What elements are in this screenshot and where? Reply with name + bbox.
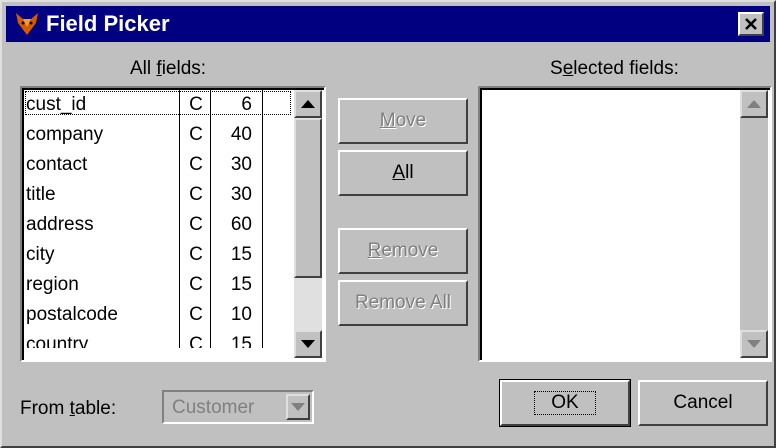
arrow-up-icon bbox=[747, 100, 761, 108]
field-row[interactable]: cust_id C 6 bbox=[24, 90, 292, 120]
field-name: address bbox=[26, 214, 94, 235]
remove-button[interactable]: Remove bbox=[338, 228, 468, 274]
all-button[interactable]: All bbox=[338, 150, 468, 196]
field-row[interactable]: city C 15 bbox=[24, 240, 292, 270]
field-name: company bbox=[26, 124, 104, 145]
all-fields-list[interactable]: cust_id C 6 company C 40 contact C 30 ti… bbox=[20, 86, 326, 362]
from-table-label: From table: bbox=[20, 398, 116, 420]
ok-label: OK bbox=[534, 391, 596, 415]
title-bar: Field Picker bbox=[6, 6, 770, 42]
move-button[interactable]: Move bbox=[338, 98, 468, 144]
selected-fields-label-post: lected fields: bbox=[573, 58, 679, 79]
scroll-down-button[interactable] bbox=[740, 330, 768, 358]
field-name: country bbox=[26, 334, 89, 348]
field-row[interactable]: contact C 30 bbox=[24, 150, 292, 180]
selected-fields-list[interactable] bbox=[478, 86, 772, 362]
field-type: C bbox=[189, 124, 203, 145]
selected-fields-label-accel: e bbox=[562, 58, 574, 79]
window-title: Field Picker bbox=[46, 11, 170, 36]
field-type: C bbox=[189, 274, 203, 295]
field-length: 30 bbox=[230, 154, 252, 175]
field-length: 60 bbox=[230, 214, 252, 235]
arrow-up-icon bbox=[301, 100, 315, 108]
field-length: 30 bbox=[230, 184, 252, 205]
field-name: title bbox=[26, 184, 56, 205]
ok-button[interactable]: OK bbox=[499, 379, 631, 427]
close-icon bbox=[745, 18, 757, 30]
all-fields-label-post: ields: bbox=[161, 58, 207, 79]
all-fields-label-pre: All bbox=[130, 58, 157, 79]
field-row[interactable]: address C 60 bbox=[24, 210, 292, 240]
field-row[interactable]: region C 15 bbox=[24, 270, 292, 300]
field-length: 40 bbox=[230, 124, 252, 145]
selected-fields-label: Selected fields: bbox=[550, 58, 679, 80]
field-name: contact bbox=[26, 154, 88, 175]
remove-label: emove bbox=[381, 240, 439, 261]
from-table-combo[interactable]: Customer bbox=[162, 390, 314, 424]
cancel-label: Cancel bbox=[673, 392, 733, 413]
scroll-down-button[interactable] bbox=[294, 330, 322, 358]
field-name: city bbox=[26, 244, 55, 265]
combo-dropdown-button[interactable] bbox=[286, 394, 310, 420]
field-type: C bbox=[189, 94, 203, 115]
fox-icon bbox=[16, 13, 38, 35]
field-type: C bbox=[189, 214, 203, 235]
from-table-value: Customer bbox=[172, 397, 255, 418]
field-row[interactable]: title C 30 bbox=[24, 180, 292, 210]
field-length: 6 bbox=[241, 94, 252, 115]
field-name: cust_id bbox=[26, 94, 87, 115]
close-button[interactable] bbox=[738, 12, 764, 36]
remove-all-button[interactable]: Remove All bbox=[338, 280, 468, 326]
field-type: C bbox=[189, 304, 203, 325]
remove-accel: R bbox=[367, 240, 382, 261]
field-name: postalcode bbox=[26, 304, 118, 325]
field-length: 15 bbox=[230, 244, 252, 265]
field-length: 15 bbox=[230, 334, 252, 348]
from-table-label-post: able: bbox=[74, 398, 117, 419]
move-accel: M bbox=[379, 110, 396, 131]
field-type: C bbox=[189, 154, 203, 175]
arrow-down-icon bbox=[747, 340, 761, 348]
field-name: region bbox=[26, 274, 79, 295]
cancel-button[interactable]: Cancel bbox=[638, 380, 768, 426]
all-fields-grid: cust_id C 6 company C 40 contact C 30 ti… bbox=[24, 90, 292, 348]
scroll-up-button[interactable] bbox=[294, 90, 322, 118]
remove-all-label: Remove All bbox=[354, 292, 452, 313]
field-row[interactable]: company C 40 bbox=[24, 120, 292, 150]
selected-fields-label-pre: S bbox=[550, 58, 563, 79]
all-fields-label: All fields: bbox=[130, 58, 206, 80]
field-picker-dialog: Field Picker All fields: Selected fields… bbox=[0, 0, 776, 448]
all-label: ll bbox=[405, 162, 414, 183]
all-accel: A bbox=[392, 162, 406, 183]
field-row[interactable]: country C 15 bbox=[24, 330, 292, 348]
field-length: 15 bbox=[230, 274, 252, 295]
arrow-down-icon bbox=[301, 340, 315, 348]
scroll-thumb[interactable] bbox=[294, 118, 322, 278]
chevron-down-icon bbox=[291, 403, 305, 411]
selected-fields-scrollbar[interactable] bbox=[740, 90, 768, 358]
field-length: 10 bbox=[230, 304, 252, 325]
field-type: C bbox=[189, 184, 203, 205]
field-type: C bbox=[189, 334, 203, 348]
field-type: C bbox=[189, 244, 203, 265]
all-fields-scrollbar[interactable] bbox=[294, 90, 322, 358]
field-row[interactable]: postalcode C 10 bbox=[24, 300, 292, 330]
from-table-label-pre: From bbox=[20, 398, 70, 419]
scroll-up-button[interactable] bbox=[740, 90, 768, 118]
move-label: ove bbox=[395, 110, 427, 131]
